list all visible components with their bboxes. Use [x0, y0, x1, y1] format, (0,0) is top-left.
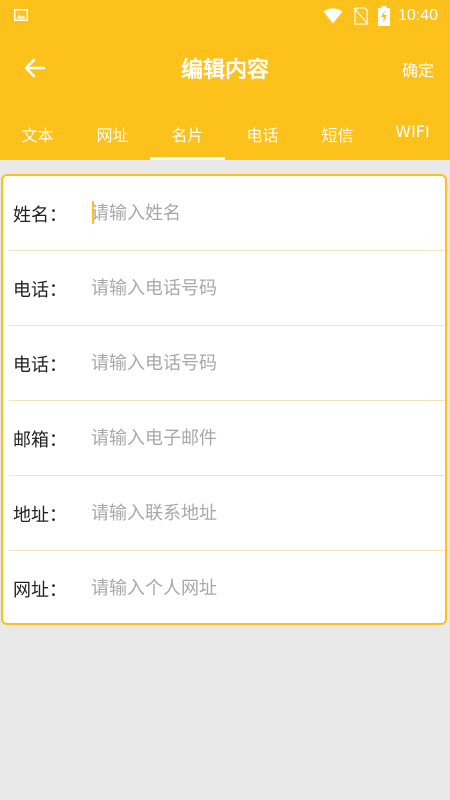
email-label: 邮箱： — [13, 430, 67, 451]
wifi-icon — [323, 8, 343, 24]
status-time: 10:40 — [397, 7, 438, 24]
address-input[interactable] — [91, 496, 431, 530]
tab-label: 短信 — [321, 126, 354, 145]
toolbar: 编辑内容 确定 — [0, 34, 450, 100]
tab-label: 名片 — [171, 126, 204, 145]
phone-label: 电话： — [13, 280, 67, 301]
tab-phone[interactable]: 电话 — [225, 110, 300, 160]
text-cursor — [92, 201, 94, 224]
status-icons: 10:40 — [323, 5, 438, 27]
field-row-website: 网址： — [9, 551, 445, 626]
address-label: 地址： — [13, 505, 67, 526]
tab-label: WIFI — [395, 122, 430, 141]
field-row-phone-2: 电话： — [9, 326, 445, 401]
phone-label-2: 电话： — [13, 355, 67, 376]
tab-sms[interactable]: 短信 — [300, 110, 375, 160]
tab-wifi[interactable]: WIFI — [375, 110, 450, 160]
no-sim-icon — [353, 7, 369, 25]
field-row-address: 地址： — [9, 476, 445, 551]
tab-label: 电话 — [246, 126, 279, 145]
gallery-icon — [14, 9, 28, 21]
website-input[interactable] — [91, 571, 431, 605]
page-title: 编辑内容 — [180, 58, 269, 83]
battery-charging-icon — [377, 6, 390, 26]
tab-label: 文本 — [21, 126, 54, 145]
email-input[interactable] — [91, 421, 431, 455]
name-label: 姓名： — [13, 205, 67, 226]
phone-input-2[interactable] — [91, 346, 431, 380]
confirm-button[interactable]: 确定 — [402, 57, 434, 81]
tab-text[interactable]: 文本 — [0, 110, 75, 160]
field-row-phone-1: 电话： — [9, 251, 445, 326]
tab-bar: 文本 网址 名片 电话 短信 WIFI — [0, 110, 450, 160]
tab-url[interactable]: 网址 — [75, 110, 150, 160]
business-card-form: 姓名： 电话： 电话： 邮箱： 地址： 网址： — [1, 174, 447, 625]
active-tab-indicator — [150, 157, 225, 160]
app-header: 10:40 编辑内容 确定 文本 网址 名片 电话 短信 WIFI — [0, 0, 450, 160]
tab-label: 网址 — [96, 126, 129, 145]
tab-business-card[interactable]: 名片 — [150, 110, 225, 160]
status-bar: 10:40 — [0, 0, 450, 32]
website-label: 网址： — [13, 580, 67, 601]
field-row-name: 姓名： — [9, 176, 445, 251]
name-input[interactable] — [91, 196, 431, 230]
phone-input[interactable] — [91, 271, 431, 305]
field-row-email: 邮箱： — [9, 401, 445, 476]
